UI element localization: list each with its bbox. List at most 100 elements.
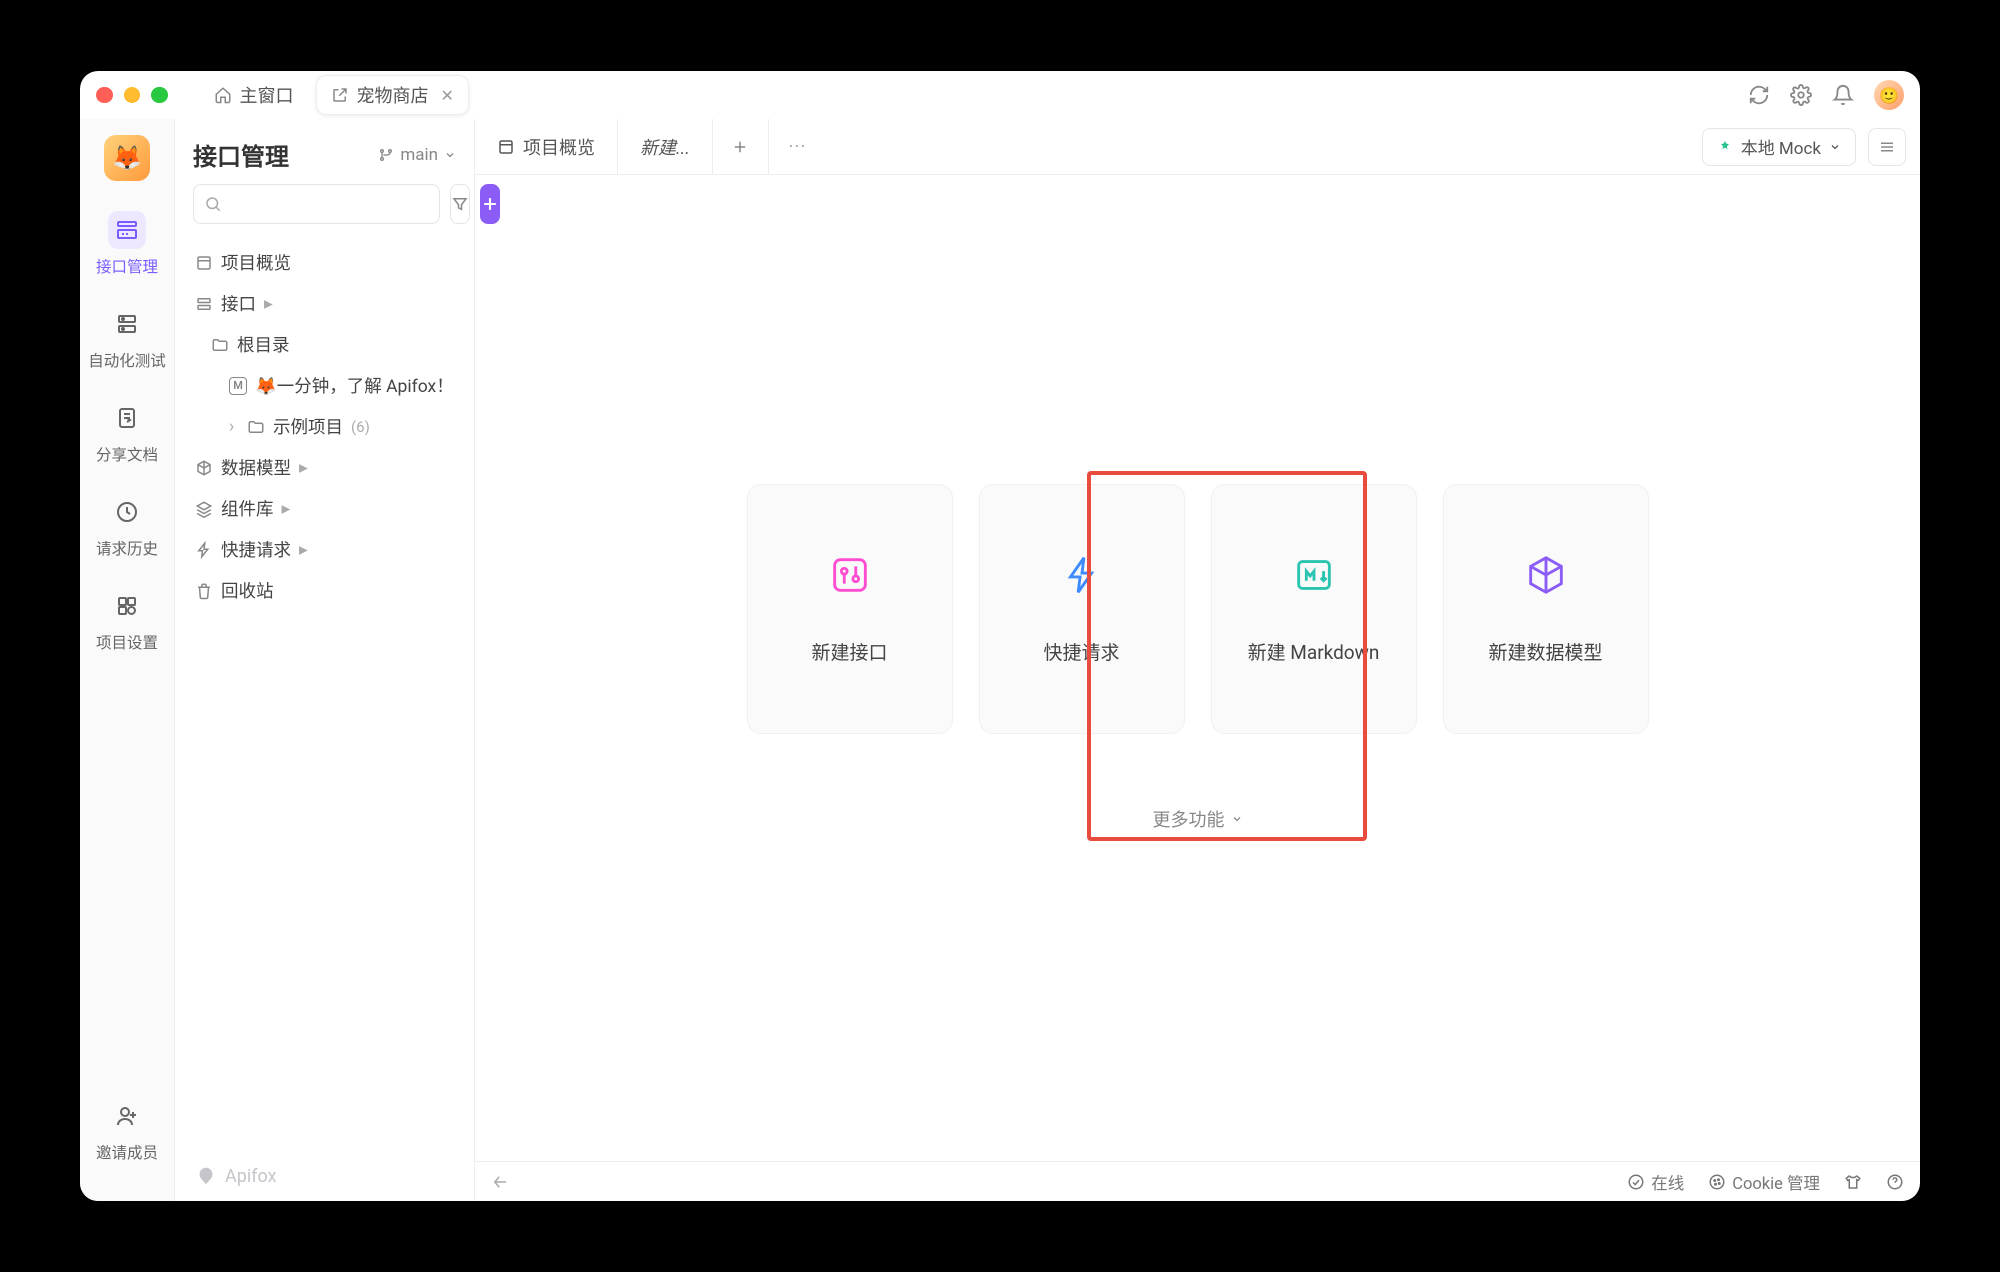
environment-selector[interactable]: 本地 Mock bbox=[1702, 128, 1856, 166]
sidebar-controls bbox=[175, 184, 474, 238]
sidebar-header: 接口管理 main bbox=[175, 119, 474, 184]
chevron-down-icon bbox=[1829, 141, 1841, 153]
tree-components[interactable]: 组件库 ▸ bbox=[183, 488, 466, 529]
close-tab-icon[interactable]: ✕ bbox=[441, 86, 454, 105]
title-tab-project[interactable]: 宠物商店 ✕ bbox=[316, 75, 469, 115]
folder-icon bbox=[247, 418, 265, 436]
rail-label: 接口管理 bbox=[96, 255, 158, 277]
home-icon bbox=[214, 86, 232, 104]
tree-trash[interactable]: 回收站 bbox=[183, 570, 466, 611]
tabs-right: 本地 Mock bbox=[1702, 128, 1920, 166]
create-cards: 新建接口 快捷请求 新建 Markdown 新建数据模型 bbox=[747, 484, 1649, 734]
caret-right-icon: ▸ bbox=[282, 499, 294, 519]
tree-count: (6) bbox=[351, 418, 370, 436]
statusbar: 在线 Cookie 管理 bbox=[475, 1161, 1920, 1201]
folder-icon bbox=[211, 336, 229, 354]
search-field[interactable] bbox=[222, 195, 429, 213]
status-label: Cookie 管理 bbox=[1732, 1170, 1820, 1194]
markdown-badge-icon: M bbox=[229, 377, 247, 395]
status-cookie[interactable]: Cookie 管理 bbox=[1708, 1170, 1820, 1194]
check-circle-icon bbox=[1627, 1173, 1645, 1191]
rail-item-settings[interactable]: 项目设置 bbox=[87, 577, 167, 663]
tree-data-model[interactable]: 数据模型 ▸ bbox=[183, 447, 466, 488]
app-window: 主窗口 宠物商店 ✕ 🙂 🦊 接口管理 自动化测试 bbox=[80, 71, 1920, 1201]
project-settings-icon bbox=[115, 594, 139, 618]
settings-icon[interactable] bbox=[1790, 84, 1812, 106]
tab-overview[interactable]: 项目概览 bbox=[475, 119, 618, 175]
collapse-sidebar-icon[interactable] bbox=[491, 1173, 509, 1191]
rail-item-api[interactable]: 接口管理 bbox=[87, 201, 167, 287]
tree-label: 组件库 bbox=[221, 496, 274, 521]
env-label: 本地 Mock bbox=[1741, 134, 1821, 159]
caret-right-icon: ▸ bbox=[299, 540, 311, 560]
sidebar-title: 接口管理 bbox=[193, 137, 289, 172]
search-input[interactable] bbox=[193, 184, 440, 224]
statusbar-right: 在线 Cookie 管理 bbox=[1627, 1170, 1904, 1194]
tree-quick-request[interactable]: 快捷请求 ▸ bbox=[183, 529, 466, 570]
sidebar-tree: 项目概览 接口 ▸ 根目录 M 🦊一分钟，了解 Apifox！ › bbox=[175, 238, 474, 1151]
cookie-icon bbox=[1708, 1173, 1726, 1191]
plus-icon bbox=[731, 138, 749, 156]
card-new-markdown[interactable]: 新建 Markdown bbox=[1211, 484, 1417, 734]
rail-item-history[interactable]: 请求历史 bbox=[87, 483, 167, 569]
tree-example-folder[interactable]: › 示例项目 (6) bbox=[183, 406, 466, 447]
caret-right-icon: › bbox=[229, 417, 239, 437]
chevron-down-icon bbox=[444, 149, 456, 161]
rail-label: 自动化测试 bbox=[88, 349, 166, 371]
tab-new[interactable]: 新建... bbox=[618, 119, 713, 175]
branch-selector[interactable]: main bbox=[378, 145, 456, 165]
bell-icon[interactable] bbox=[1832, 84, 1854, 106]
data-model-icon bbox=[1523, 552, 1569, 598]
rail-label: 邀请成员 bbox=[96, 1141, 158, 1163]
shirt-icon[interactable] bbox=[1844, 1173, 1862, 1191]
tree-label: 项目概览 bbox=[221, 250, 291, 275]
body: 🦊 接口管理 自动化测试 分享文档 请求历史 项目设置 bbox=[80, 119, 1920, 1201]
rail-item-automation[interactable]: 自动化测试 bbox=[87, 295, 167, 381]
window-controls bbox=[96, 87, 168, 104]
tab-more-button[interactable]: ⋯ bbox=[769, 136, 825, 157]
chevron-down-icon bbox=[1231, 813, 1243, 825]
external-link-icon bbox=[331, 86, 349, 104]
status-online[interactable]: 在线 bbox=[1627, 1170, 1684, 1194]
user-avatar[interactable]: 🙂 bbox=[1874, 80, 1904, 110]
panel-toggle-button[interactable] bbox=[1868, 128, 1906, 166]
add-tab-button[interactable] bbox=[713, 119, 769, 175]
main: 项目概览 新建... ⋯ 本地 Mock bbox=[475, 119, 1920, 1201]
tree-root-folder[interactable]: 根目录 bbox=[183, 324, 466, 365]
tree-api[interactable]: 接口 ▸ bbox=[183, 283, 466, 324]
branch-name: main bbox=[400, 145, 438, 165]
card-new-api[interactable]: 新建接口 bbox=[747, 484, 953, 734]
title-tab-main[interactable]: 主窗口 bbox=[200, 76, 308, 114]
title-tab-label: 主窗口 bbox=[240, 82, 294, 108]
help-icon[interactable] bbox=[1886, 1173, 1904, 1191]
card-quick-request[interactable]: 快捷请求 bbox=[979, 484, 1185, 734]
menu-icon bbox=[1878, 138, 1896, 156]
tree-label: 回收站 bbox=[221, 578, 274, 603]
card-label: 新建接口 bbox=[811, 638, 887, 665]
tree-overview[interactable]: 项目概览 bbox=[183, 242, 466, 283]
overview-icon bbox=[497, 138, 515, 156]
markdown-icon bbox=[1291, 552, 1337, 598]
more-features-label: 更多功能 bbox=[1153, 806, 1225, 832]
project-logo[interactable]: 🦊 bbox=[104, 135, 150, 181]
content-area: 新建接口 快捷请求 新建 Markdown 新建数据模型 bbox=[475, 175, 1920, 1161]
caret-right-icon: ▸ bbox=[264, 294, 276, 314]
trash-icon bbox=[195, 582, 213, 600]
titlebar: 主窗口 宠物商店 ✕ 🙂 bbox=[80, 71, 1920, 119]
refresh-icon[interactable] bbox=[1748, 84, 1770, 106]
nav-rail: 🦊 接口管理 自动化测试 分享文档 请求历史 项目设置 bbox=[80, 119, 175, 1201]
main-tabs: 项目概览 新建... ⋯ 本地 Mock bbox=[475, 119, 1920, 175]
rail-item-invite[interactable]: 邀请成员 bbox=[87, 1087, 167, 1173]
filter-button[interactable] bbox=[450, 184, 470, 224]
maximize-window-button[interactable] bbox=[151, 87, 168, 104]
close-window-button[interactable] bbox=[96, 87, 113, 104]
status-label: 在线 bbox=[1651, 1170, 1684, 1194]
tree-intro-doc[interactable]: M 🦊一分钟，了解 Apifox！ bbox=[183, 365, 466, 406]
more-features-button[interactable]: 更多功能 bbox=[1153, 806, 1243, 832]
lightning-icon bbox=[195, 541, 213, 559]
card-new-data-model[interactable]: 新建数据模型 bbox=[1443, 484, 1649, 734]
rail-item-share[interactable]: 分享文档 bbox=[87, 389, 167, 475]
title-tab-label: 宠物商店 bbox=[357, 82, 429, 108]
minimize-window-button[interactable] bbox=[124, 87, 141, 104]
api-icon bbox=[115, 218, 139, 242]
